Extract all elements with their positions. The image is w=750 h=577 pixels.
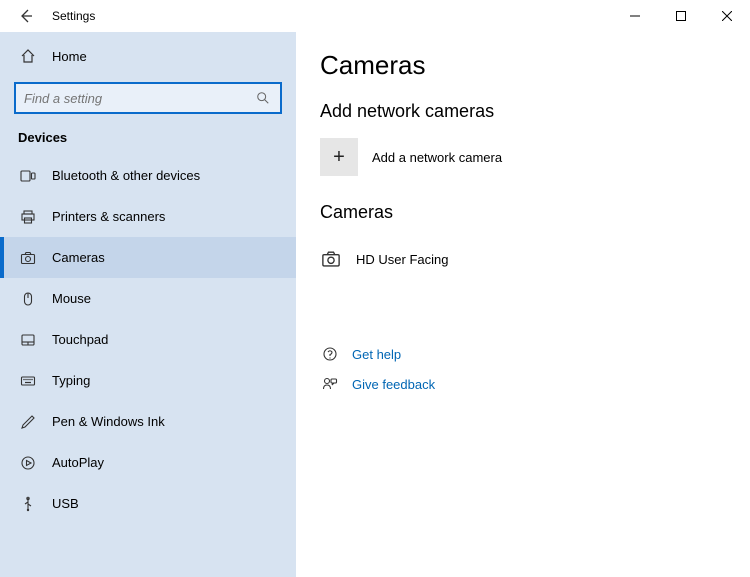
cameras-section-title: Cameras: [320, 202, 726, 223]
home-button[interactable]: Home: [0, 36, 296, 76]
help-icon: [320, 346, 340, 362]
sidebar-item-pen[interactable]: Pen & Windows Ink: [0, 401, 296, 442]
titlebar-left: Settings: [0, 0, 95, 32]
sidebar-item-touchpad[interactable]: Touchpad: [0, 319, 296, 360]
sidebar-item-label: USB: [52, 496, 79, 511]
window-title: Settings: [52, 9, 95, 23]
sidebar-item-label: Touchpad: [52, 332, 108, 347]
close-button[interactable]: [704, 0, 750, 32]
device-label: HD User Facing: [356, 252, 448, 267]
minimize-button[interactable]: [612, 0, 658, 32]
feedback-icon: [320, 376, 340, 392]
sidebar-item-usb[interactable]: USB: [0, 483, 296, 524]
camera-device-item[interactable]: HD User Facing: [320, 239, 726, 279]
sidebar-item-label: AutoPlay: [52, 455, 104, 470]
home-icon: [18, 48, 38, 64]
add-label: Add a network camera: [372, 150, 502, 165]
close-icon: [722, 11, 732, 21]
sidebar-item-label: Cameras: [52, 250, 105, 265]
sidebar-item-autoplay[interactable]: AutoPlay: [0, 442, 296, 483]
help-section: Get help Give feedback: [320, 339, 726, 399]
autoplay-icon: [18, 455, 38, 471]
touchpad-icon: [18, 332, 38, 348]
search-input[interactable]: [24, 91, 254, 106]
sidebar-item-cameras[interactable]: Cameras: [0, 237, 296, 278]
maximize-button[interactable]: [658, 0, 704, 32]
settings-window: Settings Home: [0, 0, 750, 577]
give-feedback-link[interactable]: Give feedback: [320, 369, 726, 399]
give-feedback-label: Give feedback: [352, 377, 435, 392]
maximize-icon: [676, 11, 686, 21]
sidebar-item-mouse[interactable]: Mouse: [0, 278, 296, 319]
sidebar-item-label: Typing: [52, 373, 90, 388]
sidebar-item-label: Bluetooth & other devices: [52, 168, 200, 183]
devices-icon: [18, 168, 38, 184]
window-controls: [612, 0, 750, 32]
search-icon: [254, 91, 272, 105]
sidebar-item-label: Printers & scanners: [52, 209, 165, 224]
titlebar: Settings: [0, 0, 750, 32]
sidebar-item-label: Mouse: [52, 291, 91, 306]
plus-icon: +: [320, 138, 358, 176]
keyboard-icon: [18, 373, 38, 389]
mouse-icon: [18, 291, 38, 307]
page-title: Cameras: [320, 50, 726, 81]
get-help-label: Get help: [352, 347, 401, 362]
usb-icon: [18, 496, 38, 512]
nav-list: Bluetooth & other devices Printers & sca…: [0, 155, 296, 524]
sidebar-item-printers[interactable]: Printers & scanners: [0, 196, 296, 237]
camera-icon: [320, 249, 342, 269]
search-box[interactable]: [14, 82, 282, 114]
sidebar: Home Devices Bluetooth & other devices: [0, 32, 296, 577]
search-wrap: [0, 82, 296, 124]
sidebar-item-typing[interactable]: Typing: [0, 360, 296, 401]
camera-icon: [18, 250, 38, 266]
main-content: Cameras Add network cameras + Add a netw…: [296, 32, 750, 577]
minimize-icon: [630, 11, 640, 21]
body: Home Devices Bluetooth & other devices: [0, 32, 750, 577]
sidebar-group-title: Devices: [0, 124, 296, 155]
sidebar-item-label: Pen & Windows Ink: [52, 414, 165, 429]
get-help-link[interactable]: Get help: [320, 339, 726, 369]
sidebar-item-bluetooth[interactable]: Bluetooth & other devices: [0, 155, 296, 196]
pen-icon: [18, 414, 38, 430]
home-label: Home: [52, 49, 87, 64]
add-network-camera-button[interactable]: + Add a network camera: [320, 138, 726, 176]
add-section-title: Add network cameras: [320, 101, 726, 122]
back-button[interactable]: [6, 0, 46, 32]
arrow-left-icon: [18, 8, 34, 24]
printer-icon: [18, 209, 38, 225]
